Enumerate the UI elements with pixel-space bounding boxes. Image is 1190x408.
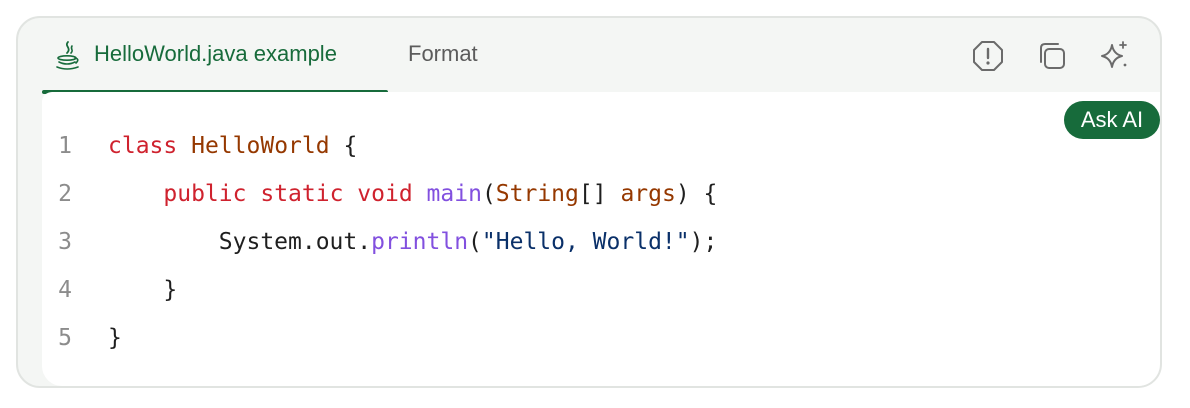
line-number: 4	[58, 277, 72, 303]
code-block-card: HelloWorld.java example Format Ask AI 1 …	[16, 16, 1162, 388]
code-token-plain: (	[468, 229, 482, 255]
code-token-plain: ) {	[675, 181, 718, 207]
code-token-plain: (	[481, 181, 496, 207]
code-token-plain: System.out.	[218, 229, 372, 255]
code-token-keyword: static	[260, 181, 344, 207]
code-token-type: args	[620, 181, 676, 207]
report-icon[interactable]	[970, 38, 1006, 74]
java-icon	[56, 41, 79, 70]
line-number: 5	[58, 325, 72, 351]
code-token-plain: {	[329, 133, 358, 159]
line-number: 1	[58, 133, 72, 159]
code-token-keyword: void	[357, 181, 413, 207]
line-number: 3	[58, 229, 72, 255]
tab-helloworld-java[interactable]: HelloWorld.java example	[42, 18, 388, 94]
line-code: System.out.println("Hello, World!");	[108, 218, 718, 266]
line-code: }	[108, 266, 177, 314]
code-token-plain: }	[108, 325, 122, 351]
code-token-string: "Hello, World!"	[481, 229, 690, 255]
ask-ai-button[interactable]: Ask AI	[1064, 101, 1160, 139]
code-block-tabbar: HelloWorld.java example Format	[18, 18, 1160, 94]
line-code: public static void main(String[] args) {	[108, 170, 717, 218]
line-code: }	[108, 314, 122, 362]
code-token-keyword: public	[163, 181, 247, 207]
code-token-type: HelloWorld	[191, 133, 330, 159]
tab-helloworld-java-label: HelloWorld.java example	[94, 41, 337, 66]
code-token-keyword: class	[108, 133, 178, 159]
code-token-type: String	[495, 181, 579, 207]
copy-icon[interactable]	[1034, 38, 1070, 74]
line-code: class HelloWorld {	[108, 122, 357, 170]
code-token-plain: }	[163, 277, 178, 303]
tab-format[interactable]: Format	[408, 40, 478, 68]
sparkle-icon[interactable]	[1096, 38, 1132, 74]
code-token-func: main	[426, 181, 482, 207]
code-token-plain: []	[578, 181, 621, 207]
line-number: 2	[58, 181, 72, 207]
code-token-func: println	[371, 229, 469, 255]
code-token-plain: );	[689, 229, 718, 255]
